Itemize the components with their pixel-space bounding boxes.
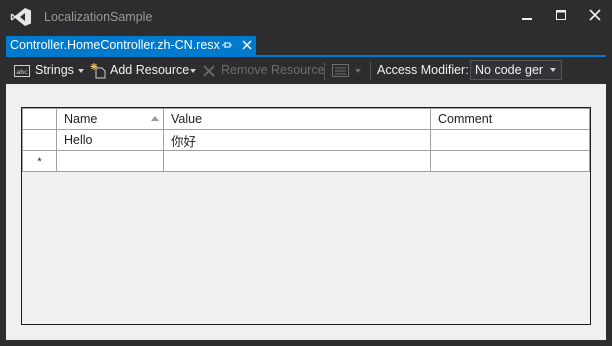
access-modifier-label: Access Modifier: bbox=[377, 63, 469, 77]
view-grid-icon bbox=[332, 64, 349, 77]
maximize-button[interactable] bbox=[550, 6, 572, 26]
column-header-label: Value bbox=[171, 112, 203, 126]
column-header-comment[interactable]: Comment bbox=[430, 108, 590, 130]
close-window-button[interactable] bbox=[584, 6, 606, 26]
access-modifier-value: No code generation bbox=[475, 63, 543, 77]
chevron-down-icon bbox=[550, 68, 556, 72]
remove-resource-label: Remove Resource bbox=[221, 63, 325, 77]
string-resource-icon: abc bbox=[14, 65, 30, 77]
resource-editor-panel: Name Value Comment Hello 你好 * bbox=[6, 84, 606, 340]
add-resource-button[interactable]: Add Resource bbox=[90, 62, 198, 80]
new-row: * bbox=[22, 150, 590, 172]
svg-text:abc: abc bbox=[16, 68, 28, 76]
toolbar-separator bbox=[324, 62, 325, 80]
sort-ascending-icon bbox=[151, 116, 159, 121]
document-tab-label: Controller.HomeController.zh-CN.resx bbox=[10, 38, 220, 52]
resource-toolbar: abc Strings Add Resource Remove Resource… bbox=[6, 57, 606, 84]
title-bar: LocalizationSample bbox=[0, 0, 612, 34]
new-row-marker: * bbox=[37, 156, 42, 168]
minimize-icon bbox=[522, 18, 532, 20]
document-tab-strip: Controller.HomeController.zh-CN.resx bbox=[0, 34, 612, 56]
chevron-down-icon bbox=[355, 69, 361, 73]
row-header-corner[interactable] bbox=[22, 108, 57, 130]
pin-icon bbox=[222, 42, 232, 48]
resource-table: Name Value Comment Hello 你好 * bbox=[22, 108, 590, 172]
new-cell-name[interactable] bbox=[56, 150, 164, 172]
table-header-row: Name Value Comment bbox=[22, 108, 590, 130]
chevron-down-icon bbox=[78, 69, 84, 73]
table-row: Hello 你好 bbox=[22, 129, 590, 151]
close-icon bbox=[589, 9, 601, 21]
add-resource-label: Add Resource bbox=[110, 63, 190, 77]
close-tab-button[interactable] bbox=[240, 38, 254, 52]
close-icon bbox=[242, 40, 252, 50]
minimize-button[interactable] bbox=[516, 6, 538, 26]
remove-icon bbox=[203, 65, 215, 77]
new-cell-comment[interactable] bbox=[430, 150, 590, 172]
resource-grid: Name Value Comment Hello 你好 * bbox=[21, 107, 591, 325]
document-tab[interactable]: Controller.HomeController.zh-CN.resx bbox=[6, 36, 256, 55]
window-title: LocalizationSample bbox=[44, 10, 153, 24]
column-header-name[interactable]: Name bbox=[56, 108, 164, 130]
chevron-down-icon bbox=[190, 69, 196, 73]
toolbar-separator bbox=[370, 62, 371, 80]
cell-name[interactable]: Hello bbox=[56, 129, 164, 151]
maximize-icon bbox=[556, 10, 566, 20]
column-header-label: Name bbox=[64, 112, 98, 126]
row-header[interactable] bbox=[22, 129, 57, 151]
new-cell-value[interactable] bbox=[163, 150, 431, 172]
cell-comment[interactable] bbox=[430, 129, 590, 151]
view-options-button[interactable] bbox=[332, 62, 364, 80]
visual-studio-logo-icon bbox=[10, 7, 32, 27]
new-row-header[interactable]: * bbox=[22, 150, 57, 172]
column-header-label: Comment bbox=[438, 112, 493, 126]
remove-resource-button[interactable]: Remove Resource bbox=[202, 62, 325, 80]
add-resource-icon bbox=[90, 63, 106, 79]
access-modifier-select[interactable]: No code generation bbox=[470, 60, 562, 80]
pin-tab-button[interactable] bbox=[221, 39, 233, 51]
strings-dropdown-button[interactable]: abc Strings bbox=[14, 62, 86, 80]
strings-label: Strings bbox=[35, 63, 74, 77]
column-header-value[interactable]: Value bbox=[163, 108, 431, 130]
cell-value[interactable]: 你好 bbox=[163, 129, 431, 151]
